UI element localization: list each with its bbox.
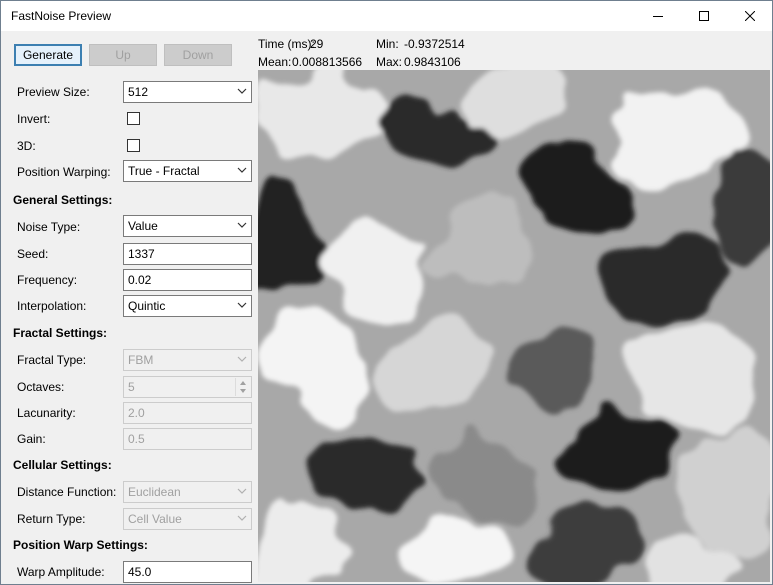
time-label: Time (ms):: [258, 37, 315, 51]
position-warping-select[interactable]: True - Fractal: [123, 160, 252, 182]
gain-label: Gain:: [17, 432, 46, 446]
up-button[interactable]: Up: [89, 44, 157, 66]
chevron-down-icon: [237, 88, 247, 94]
distance-function-value: Euclidean: [128, 485, 181, 499]
warp-amplitude-label: Warp Amplitude:: [17, 565, 105, 579]
mean-value: 0.008813566: [292, 55, 363, 69]
noise-type-value: Value: [128, 219, 158, 233]
app-window: FastNoise Preview Generate Up Down Time …: [0, 0, 773, 585]
octaves-stepper[interactable]: 5: [123, 376, 252, 398]
chevron-down-icon: [237, 302, 247, 308]
cellular-settings-heading: Cellular Settings:: [13, 458, 112, 472]
return-type-select[interactable]: Cell Value: [123, 508, 252, 530]
fractal-settings-heading: Fractal Settings:: [13, 326, 108, 340]
warp-amplitude-input[interactable]: 45.0: [123, 561, 252, 583]
generate-button[interactable]: Generate: [14, 44, 82, 66]
chevron-down-icon: [237, 515, 247, 521]
return-type-label: Return Type:: [17, 512, 86, 526]
interpolation-select[interactable]: Quintic: [123, 295, 252, 317]
close-button[interactable]: [727, 1, 772, 31]
3d-label: 3D:: [17, 139, 36, 153]
3d-checkbox[interactable]: [127, 139, 140, 152]
preview-size-label: Preview Size:: [17, 85, 90, 99]
fractal-type-value: FBM: [128, 353, 154, 367]
down-button[interactable]: Down: [164, 44, 232, 66]
mean-label: Mean:: [258, 55, 292, 69]
frequency-input[interactable]: 0.02: [123, 269, 252, 291]
minimize-button[interactable]: [635, 1, 681, 31]
minimize-icon: [653, 16, 663, 17]
gain-input[interactable]: 0.5: [123, 428, 252, 450]
lacunarity-label: Lacunarity:: [17, 406, 76, 420]
max-value: 0.9843106: [404, 55, 461, 69]
preview-size-value: 512: [128, 85, 149, 99]
frequency-label: Frequency:: [17, 273, 78, 287]
lacunarity-input[interactable]: 2.0: [123, 402, 252, 424]
maximize-icon: [699, 11, 709, 21]
position-warp-settings-heading: Position Warp Settings:: [13, 538, 148, 552]
window-title: FastNoise Preview: [11, 9, 112, 23]
min-value: -0.9372514: [404, 37, 465, 51]
seed-label: Seed:: [17, 247, 49, 261]
noise-type-select[interactable]: Value: [123, 215, 252, 237]
invert-checkbox[interactable]: [127, 112, 140, 125]
seed-input[interactable]: 1337: [123, 243, 252, 265]
spin-up-icon[interactable]: [240, 381, 246, 385]
fractal-type-label: Fractal Type:: [17, 353, 87, 367]
preview-size-select[interactable]: 512: [123, 81, 252, 103]
fractal-type-select[interactable]: FBM: [123, 349, 252, 371]
chevron-down-icon: [237, 222, 247, 228]
close-icon: [745, 11, 755, 21]
title-bar[interactable]: FastNoise Preview: [1, 1, 772, 31]
spin-down-icon[interactable]: [240, 389, 246, 393]
chevron-down-icon: [237, 488, 247, 494]
position-warping-label: Position Warping:: [17, 165, 111, 179]
general-settings-heading: General Settings:: [13, 193, 113, 207]
octaves-label: Octaves:: [17, 380, 65, 394]
maximize-button[interactable]: [681, 1, 727, 31]
noise-preview-image: [258, 70, 770, 582]
interpolation-value: Quintic: [128, 299, 166, 313]
interpolation-label: Interpolation:: [17, 299, 87, 313]
chevron-down-icon: [237, 167, 247, 173]
noise-type-label: Noise Type:: [17, 220, 81, 234]
octaves-spin-buttons[interactable]: [235, 378, 250, 396]
return-type-value: Cell Value: [128, 512, 182, 526]
octaves-value: 5: [128, 380, 135, 394]
time-value: 29: [310, 37, 324, 51]
min-label: Min:: [376, 37, 399, 51]
distance-function-select[interactable]: Euclidean: [123, 481, 252, 503]
invert-label: Invert:: [17, 112, 51, 126]
position-warping-value: True - Fractal: [128, 164, 200, 178]
max-label: Max:: [376, 55, 403, 69]
chevron-down-icon: [237, 356, 247, 362]
distance-function-label: Distance Function:: [17, 485, 117, 499]
